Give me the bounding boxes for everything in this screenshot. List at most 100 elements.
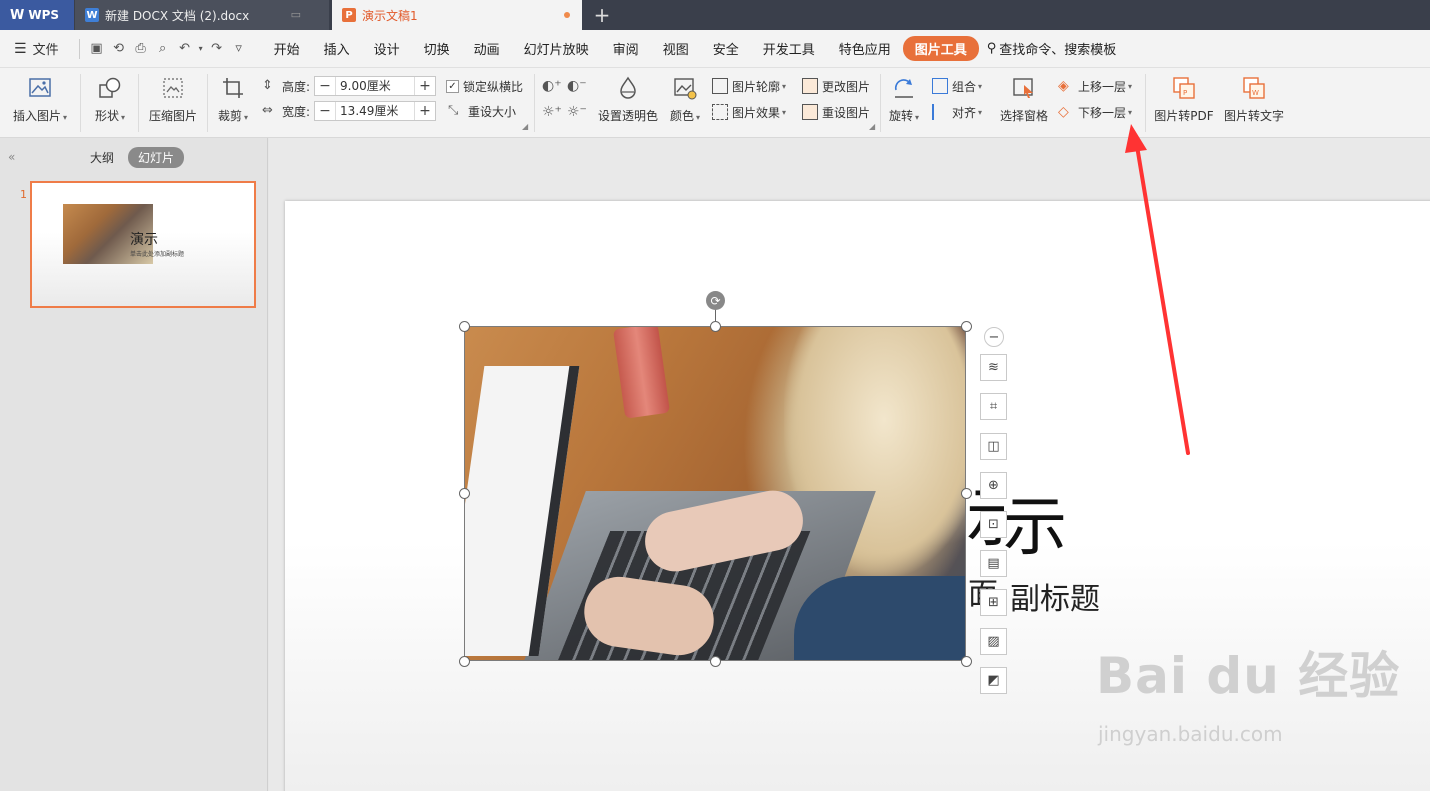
shape-button[interactable]: 形状 ▾ [90,68,130,124]
rotate-button[interactable]: 旋转 ▾ [886,68,922,124]
menu-animations[interactable]: 动画 [462,39,512,58]
align-label: 对齐 [952,105,977,120]
decrease-contrast-icon[interactable]: ◐⁻ [567,78,587,94]
color-button[interactable]: 颜色 ▾ [666,68,704,124]
resize-handle-right[interactable] [961,488,972,499]
increase-brightness-icon[interactable]: ☼⁺ [542,104,562,120]
bring-forward-button[interactable]: ◈ 上移一层 ▾ [1058,76,1132,96]
menu-insert[interactable]: 插入 [312,39,362,58]
slide-thumbnail[interactable]: 演示 单击此处添加副标题 [30,181,256,308]
transparency-icon[interactable]: ◩ [980,667,1007,694]
add-picture-icon[interactable]: ⊞ [980,589,1007,616]
menu-transitions[interactable]: 切换 [412,39,462,58]
resize-handle-top-right[interactable] [961,321,972,332]
group-button[interactable]: 组合 ▾ [932,76,982,96]
picture-to-text-float-icon[interactable]: ▤ [980,550,1007,577]
collapse-panel-icon[interactable]: « [8,150,15,164]
svg-text:W: W [1252,89,1259,97]
picture-replace-icon[interactable]: ▨ [980,628,1007,655]
size-dialog-launcher-icon[interactable]: ◢ [522,122,528,131]
file-menu-button[interactable]: ☰ 文件 [14,39,59,59]
new-tab-button[interactable]: + [582,0,622,30]
lock-ratio-checkbox[interactable]: ✓ 锁定纵横比 [446,76,523,96]
menu-review[interactable]: 审阅 [601,39,651,58]
undo-dropdown-icon[interactable]: ▾ [196,44,206,53]
wps-home-tab[interactable]: W WPS [0,0,74,30]
rotate-label: 旋转 [888,109,913,123]
selection-pane-button[interactable]: 选择窗格 [998,68,1050,124]
print-preview-icon[interactable]: ⌕ [152,41,174,56]
picture-to-pdf-icon: P [1173,77,1195,99]
resize-handle-top[interactable] [710,321,721,332]
zoom-in-icon[interactable]: ⊕ [980,472,1007,499]
picture-outline-icon [712,78,728,94]
menu-view[interactable]: 视图 [651,39,701,58]
menu-developer[interactable]: 开发工具 [751,39,827,58]
menu-picture-tools[interactable]: 图片工具 [902,36,979,61]
ribbon-separator [880,74,881,132]
decrease-brightness-icon[interactable]: ☼⁻ [567,104,587,120]
width-icon: ⇔ [262,103,273,118]
height-input[interactable]: 9.00厘米 [335,77,416,95]
smart-crop-icon[interactable]: ⊡ [980,511,1007,538]
resize-handle-left[interactable] [459,488,470,499]
width-decrease-button[interactable]: − [315,102,335,120]
menu-security[interactable]: 安全 [701,39,751,58]
save-icon[interactable]: ▣ [86,41,108,56]
height-spinner[interactable]: − 9.00厘米 + [314,76,437,96]
width-input[interactable]: 13.49厘米 [335,102,416,120]
width-increase-button[interactable]: + [415,102,435,120]
height-decrease-button[interactable]: − [315,77,335,95]
send-backward-button[interactable]: ◇ 下移一层 ▾ [1058,102,1132,122]
crop-float-icon[interactable]: ⌗ [980,393,1007,420]
tab-outline[interactable]: 大纲 [90,149,114,166]
resize-handle-bottom-right[interactable] [961,656,972,667]
chevron-down-icon: ▾ [978,107,983,117]
insert-picture-button[interactable]: 插入图片 ▾ [10,68,70,124]
align-button[interactable]: 对齐 ▾ [932,102,982,122]
resize-handle-bottom-left[interactable] [459,656,470,667]
format-painter-icon[interactable]: ⟲ [108,41,130,56]
layers-icon[interactable]: ≋ [980,354,1007,381]
monitor-icon[interactable]: ▭ [291,8,301,21]
slide-title-text[interactable]: 示 [1003,476,1067,568]
customize-quick-access-icon[interactable]: ▿ [228,41,250,56]
bring-forward-label: 上移一层 [1078,79,1127,94]
title-bar: W WPS W 新建 DOCX 文档 (2).docx ▭ P 演示文稿1 + [0,0,1430,30]
tab-presentation[interactable]: P 演示文稿1 [332,0,582,30]
height-increase-button[interactable]: + [415,77,435,95]
reset-size-button[interactable]: ⤡ 重设大小 [448,101,516,121]
menu-design[interactable]: 设计 [362,39,412,58]
rotate-handle-icon[interactable]: ⟳ [706,291,725,310]
resize-handle-bottom[interactable] [710,656,721,667]
change-picture-button[interactable]: 更改图片 [802,76,870,96]
compress-picture-button[interactable]: 压缩图片 [146,68,200,124]
menu-slideshow[interactable]: 幻灯片放映 [512,39,601,58]
split-picture-icon[interactable]: ◫ [980,433,1007,460]
print-icon[interactable]: ⎙ [130,41,152,56]
menu-special-apps[interactable]: 特色应用 [827,39,903,58]
picture-outline-button[interactable]: 图片轮廓 ▾ [712,76,786,96]
slide-subtitle-text[interactable]: 副标题 [1010,574,1100,618]
reset-picture-button[interactable]: 重设图片 [802,102,870,122]
picture-to-pdf-button[interactable]: P 图片转PDF [1153,68,1215,124]
collapse-toolbar-icon[interactable]: − [984,327,1004,347]
thumbnail-title: 演示 [130,232,158,248]
picture-effect-button[interactable]: 图片效果 ▾ [712,102,786,122]
selected-photo[interactable] [464,326,966,661]
tab-slides[interactable]: 幻灯片 [128,147,185,168]
width-spinner[interactable]: − 13.49厘米 + [314,101,437,121]
tab-docx-document[interactable]: W 新建 DOCX 文档 (2).docx ▭ [75,0,329,30]
picture-to-text-button[interactable]: W 图片转文字 [1222,68,1286,124]
picture-dialog-launcher-icon[interactable]: ◢ [869,122,875,131]
resize-handle-top-left[interactable] [459,321,470,332]
wps-logo-icon: W [10,7,25,23]
undo-icon[interactable]: ↶ [174,41,196,56]
increase-contrast-icon[interactable]: ◐⁺ [542,78,562,94]
search-command-button[interactable]: ⚲ 查找命令、搜索模板 [987,39,1117,58]
bring-forward-icon: ◈ [1058,78,1069,94]
crop-button[interactable]: 裁剪 ▾ [215,68,251,124]
set-transparent-color-button[interactable]: 设置透明色 [596,68,660,124]
redo-icon[interactable]: ↷ [206,41,228,56]
menu-home[interactable]: 开始 [262,39,312,58]
